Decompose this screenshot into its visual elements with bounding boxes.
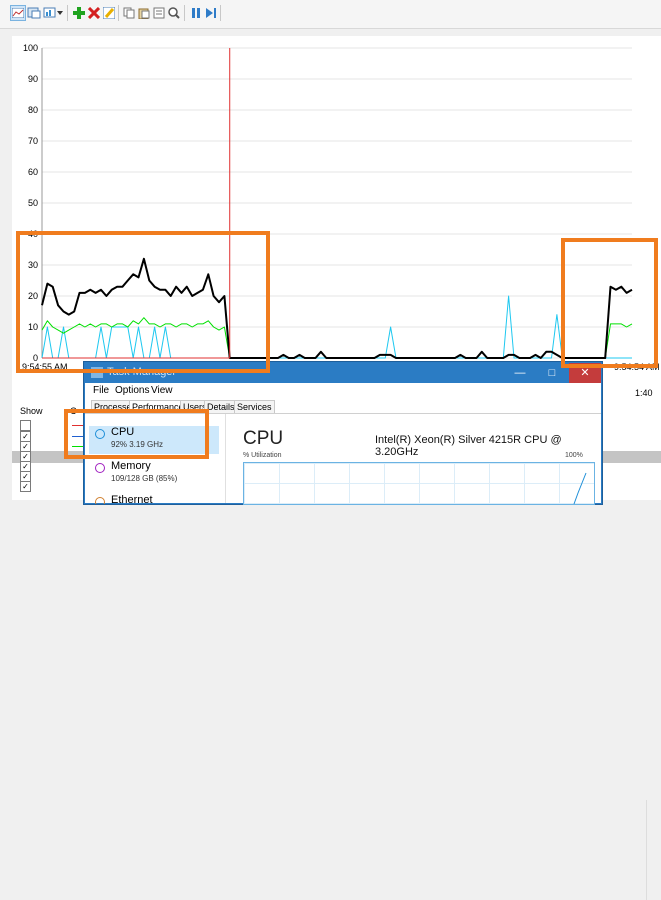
ethernet-circle-icon — [95, 497, 105, 504]
duration-label: 1:40 — [635, 388, 653, 398]
cpu-heading: CPU — [243, 428, 284, 449]
y-tick-label: 100 — [23, 43, 38, 53]
resource-memory[interactable]: Memory 109/128 GB (85%) — [89, 460, 219, 488]
toolbar-separator — [67, 5, 68, 21]
menu-view[interactable]: View — [151, 385, 173, 396]
y-tick-label: 50 — [28, 198, 38, 208]
resource-memory-name: Memory — [111, 460, 151, 472]
task-manager-menubar: File Options View — [85, 383, 601, 399]
menu-options[interactable]: Options — [115, 385, 149, 396]
resource-memory-detail: 109/128 GB (85%) — [111, 474, 178, 483]
show-column-header: Show — [20, 406, 43, 416]
properties-icon[interactable] — [151, 5, 167, 21]
highlight-box-right — [561, 238, 658, 368]
view-current-activity-icon[interactable] — [10, 5, 26, 21]
toolbar — [0, 0, 661, 29]
highlight-icon[interactable] — [101, 5, 117, 21]
view-log-data-icon[interactable] — [26, 5, 42, 21]
toolbar-separator — [118, 5, 119, 21]
utilization-label: % Utilization — [243, 452, 282, 459]
toolbar-separator — [184, 5, 185, 21]
resource-ethernet-name: Ethernet — [111, 494, 153, 504]
paste-counter-list-icon[interactable] — [136, 5, 152, 21]
counter-list-scrollbar[interactable] — [646, 800, 661, 900]
highlight-box-left — [16, 231, 270, 373]
add-counter-icon[interactable] — [71, 5, 87, 21]
cpu-utilization-graph — [243, 462, 595, 505]
chevron-down-icon[interactable] — [56, 5, 64, 21]
resource-ethernet[interactable]: Ethernet — [89, 494, 219, 504]
y-tick-label: 60 — [28, 167, 38, 177]
delete-counter-icon[interactable] — [86, 5, 102, 21]
cpu-utilization-curve — [573, 472, 587, 504]
minimize-button[interactable]: — — [505, 363, 535, 383]
tab-details[interactable]: Details — [204, 400, 238, 413]
freeze-display-icon[interactable] — [188, 5, 204, 21]
tab-services[interactable]: Services — [234, 400, 275, 413]
counter-checkbox[interactable]: ✓ — [20, 481, 31, 492]
y-tick-label: 90 — [28, 74, 38, 84]
y-tick-label: 70 — [28, 136, 38, 146]
counter-checkbox[interactable] — [20, 420, 31, 431]
copy-properties-icon[interactable] — [121, 5, 137, 21]
toolbar-separator — [220, 5, 221, 21]
y-tick-label: 80 — [28, 105, 38, 115]
utilization-max-label: 100% — [565, 452, 583, 459]
zoom-icon[interactable] — [166, 5, 182, 21]
highlight-box-cpu — [64, 409, 209, 459]
update-data-icon[interactable] — [203, 5, 219, 21]
memory-circle-icon — [95, 463, 105, 473]
menu-file[interactable]: File — [93, 385, 109, 396]
